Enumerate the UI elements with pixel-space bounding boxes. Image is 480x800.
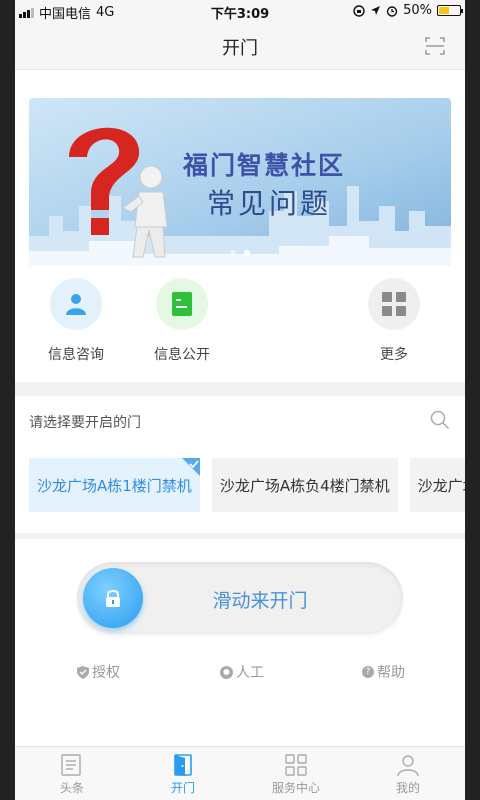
quick-action-more[interactable]: 更多 bbox=[364, 278, 424, 364]
nav-bar: 开门 bbox=[15, 22, 465, 70]
section-divider bbox=[15, 533, 465, 539]
authorize-label: 授权 bbox=[92, 665, 120, 681]
quick-action-info-public[interactable]: 信息公开 bbox=[152, 278, 212, 364]
help-label: 帮助 bbox=[377, 665, 405, 681]
slider-label: 滑动来开门 bbox=[212, 590, 308, 612]
grid-icon bbox=[285, 754, 307, 776]
screen-lock-icon bbox=[353, 4, 365, 17]
profile-icon bbox=[397, 755, 419, 777]
question-mark-figure bbox=[69, 127, 168, 258]
door-select-header: 请选择要开启的门 bbox=[29, 415, 141, 431]
tab-bar: 头条 开门 服务中心 我的 bbox=[15, 746, 465, 800]
news-icon bbox=[61, 754, 81, 776]
door-label: 沙龙广场A栋1楼门禁机 bbox=[37, 476, 192, 495]
location-icon bbox=[371, 6, 381, 15]
authorize-option[interactable]: 授权 bbox=[77, 662, 120, 682]
manual-option[interactable]: 人工 bbox=[220, 662, 264, 682]
tab-label: 服务中心 bbox=[271, 781, 320, 795]
slide-to-open[interactable]: 滑动来开门 bbox=[77, 562, 403, 634]
quick-action-info-consult[interactable]: 信息咨询 bbox=[46, 278, 106, 364]
manual-label: 人工 bbox=[236, 665, 264, 681]
help-option[interactable]: ? 帮助 bbox=[362, 662, 405, 682]
door-label: 沙龙广场A栋负4楼门禁机 bbox=[219, 476, 390, 495]
door-item-selected[interactable]: 沙龙广场A栋1楼门禁机 bbox=[29, 458, 200, 512]
banner-title: 福门智慧社区 bbox=[183, 151, 346, 180]
tab-open-door[interactable]: 开门 bbox=[148, 753, 218, 796]
headset-icon bbox=[220, 665, 233, 679]
door-icon bbox=[174, 754, 192, 776]
banner-pagination bbox=[29, 250, 451, 256]
quick-action-label: 更多 bbox=[380, 347, 408, 363]
status-bar: 中国电信 4G 下午3:09 50% bbox=[15, 0, 465, 22]
banner-dot[interactable] bbox=[230, 250, 236, 256]
banner-subtitle: 常见问题 bbox=[207, 187, 332, 220]
door-item[interactable]: 沙龙广场A栋负4楼门禁机 bbox=[211, 458, 398, 512]
battery-icon bbox=[437, 5, 463, 16]
door-item[interactable]: 沙龙广场A栋 bbox=[409, 458, 465, 512]
tab-label: 头条 bbox=[59, 781, 84, 795]
scan-icon[interactable] bbox=[425, 36, 445, 56]
tab-service-center[interactable]: 服务中心 bbox=[261, 753, 331, 796]
faq-banner[interactable]: 福门智慧社区 常见问题 bbox=[29, 98, 451, 266]
shield-icon bbox=[77, 665, 89, 679]
quick-action-label: 信息咨询 bbox=[48, 347, 104, 363]
phone-screen: 中国电信 4G 下午3:09 50% 开门 福门智慧社区 常见问题 信息咨询 信… bbox=[15, 0, 465, 800]
search-icon[interactable] bbox=[430, 410, 450, 430]
person-icon bbox=[50, 278, 102, 330]
help-icon: ? bbox=[362, 666, 374, 678]
page-title: 开门 bbox=[222, 38, 258, 59]
door-label: 沙龙广场A栋 bbox=[417, 476, 465, 495]
banner-dot-active[interactable] bbox=[244, 250, 250, 256]
tab-label: 开门 bbox=[170, 781, 195, 795]
tab-news[interactable]: 头条 bbox=[37, 753, 107, 796]
quick-action-label: 信息公开 bbox=[154, 347, 210, 363]
tab-label: 我的 bbox=[395, 781, 420, 795]
document-icon bbox=[156, 278, 208, 330]
section-divider bbox=[15, 382, 465, 396]
door-list: 沙龙广场A栋1楼门禁机 沙龙广场A栋负4楼门禁机 沙龙广场A栋 bbox=[29, 458, 465, 512]
tab-profile[interactable]: 我的 bbox=[373, 753, 443, 796]
battery-percent: 50% bbox=[403, 3, 432, 18]
alarm-icon bbox=[386, 5, 398, 17]
grid-icon bbox=[368, 278, 420, 330]
checkmark-icon bbox=[181, 458, 200, 476]
